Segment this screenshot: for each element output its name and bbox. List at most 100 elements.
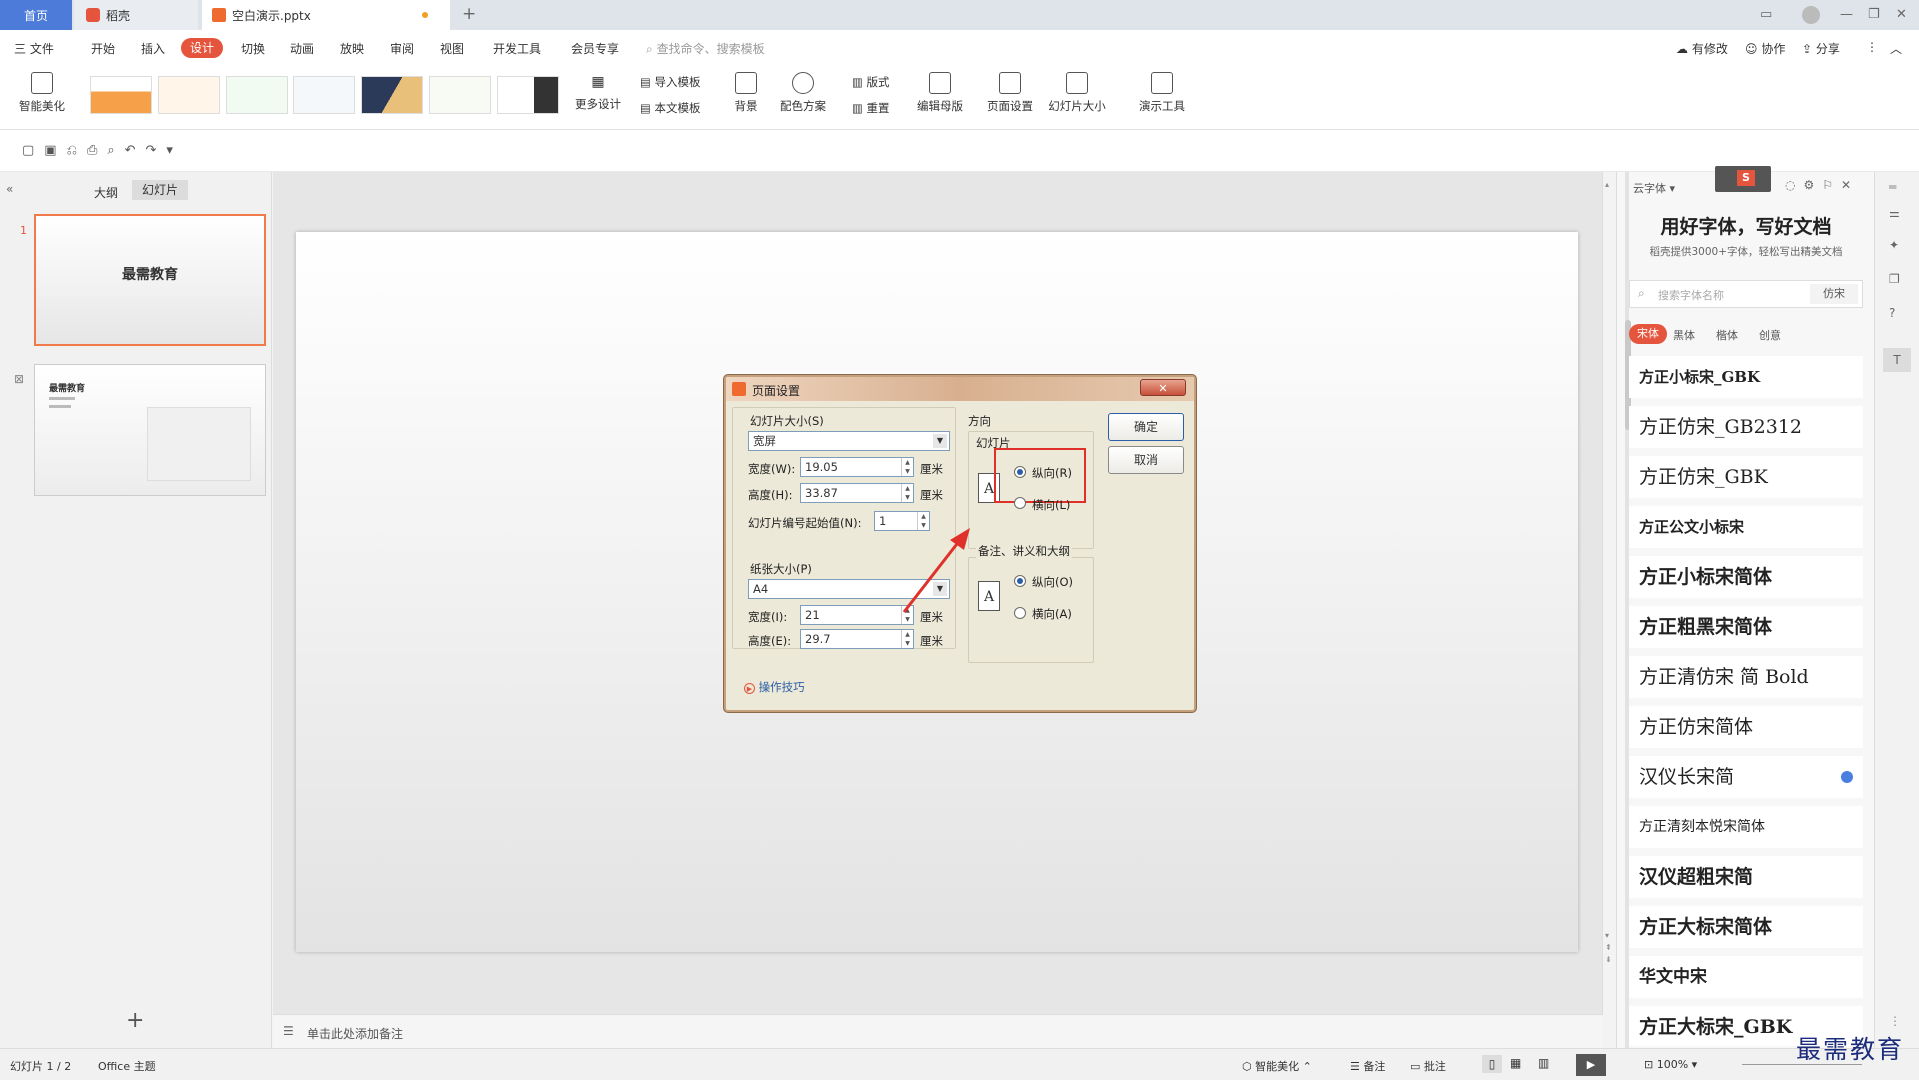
- sidebar-menu-icon[interactable]: ═: [1889, 180, 1896, 194]
- import-template-button[interactable]: ▤ 导入模板: [640, 74, 701, 90]
- font-item[interactable]: 方正大标宋简体: [1629, 906, 1863, 948]
- theme-name[interactable]: Office 主题: [98, 1058, 156, 1074]
- presenter-tools-button[interactable]: 演示工具: [1132, 72, 1192, 114]
- font-item[interactable]: 汉仪超粗宋简: [1629, 856, 1863, 898]
- width-input[interactable]: 19.05 ▲ ▼: [800, 457, 914, 477]
- tab-daoke[interactable]: 稻壳: [74, 0, 198, 30]
- layout-icon[interactable]: ▭: [1760, 7, 1772, 22]
- spinner-icon[interactable]: ▲ ▼: [901, 458, 913, 476]
- collaborate-button[interactable]: ☺ 协作: [1745, 40, 1785, 57]
- normal-view-icon[interactable]: ▯: [1482, 1055, 1502, 1073]
- color-scheme-button[interactable]: 配色方案: [772, 72, 834, 114]
- modified-button[interactable]: ☁ 有修改: [1676, 40, 1728, 57]
- font-item[interactable]: 方正清仿宋 简 Bold: [1629, 656, 1863, 698]
- scroll-down-icons[interactable]: ▾ ⇞ ⇟: [1605, 930, 1613, 990]
- menu-review[interactable]: 审阅: [390, 40, 414, 57]
- more-icon[interactable]: ⋮: [1866, 40, 1878, 54]
- menu-slideshow[interactable]: 放映: [340, 40, 364, 57]
- text-template-button[interactable]: ▤ 本文模板: [640, 100, 701, 116]
- spinner-icon[interactable]: ▲ ▼: [901, 630, 913, 648]
- notes-bar[interactable]: ☰ 单击此处添加备注: [273, 1014, 1603, 1048]
- ime-toolbar[interactable]: S: [1715, 166, 1771, 192]
- font-item[interactable]: 方正仿宋_GBK: [1629, 456, 1863, 498]
- font-search-input[interactable]: ⌕ 搜索字体名称 仿宋: [1629, 280, 1863, 308]
- tips-link[interactable]: ▶ 操作技巧: [744, 679, 805, 695]
- page-setup-button[interactable]: 页面设置: [982, 72, 1038, 114]
- tab-outline[interactable]: 大纲: [94, 184, 118, 201]
- tab-document[interactable]: 空白演示.pptx: [202, 0, 450, 30]
- dialog-title-bar[interactable]: 页面设置 ✕: [726, 377, 1194, 401]
- quick-access-icons[interactable]: ▢▣⎌⎙⌕↶↷▾: [22, 143, 183, 158]
- zoom-level[interactable]: ⊡ 100% ▾: [1644, 1058, 1697, 1071]
- template-thumb-6[interactable]: [429, 76, 491, 114]
- font-item[interactable]: 方正公文小标宋: [1629, 506, 1863, 548]
- dialog-close-button[interactable]: ✕: [1140, 379, 1186, 396]
- tab-slides[interactable]: 幻灯片: [132, 180, 188, 200]
- tab-home[interactable]: 首页: [0, 0, 72, 30]
- sidebar-font-icon[interactable]: T: [1883, 348, 1911, 372]
- more-design-button[interactable]: ▦ 更多设计: [570, 74, 626, 112]
- ok-button[interactable]: 确定: [1108, 413, 1184, 441]
- menu-insert[interactable]: 插入: [141, 40, 165, 57]
- template-thumb-2[interactable]: [158, 76, 220, 114]
- menu-developer[interactable]: 开发工具: [493, 40, 541, 57]
- notes-toggle[interactable]: ☰ 备注: [1350, 1058, 1385, 1074]
- font-item[interactable]: 方正小标宋_GBK: [1629, 356, 1863, 398]
- restore-icon[interactable]: ❐: [1868, 7, 1880, 22]
- notes-landscape-radio[interactable]: [1014, 607, 1026, 619]
- collapse-ribbon-icon[interactable]: ︿: [1890, 40, 1902, 57]
- template-thumb-1[interactable]: [90, 76, 152, 114]
- height-input[interactable]: 33.87 ▲ ▼: [800, 483, 914, 503]
- edit-master-button[interactable]: 编辑母版: [912, 72, 968, 114]
- font-search-tag[interactable]: 仿宋: [1810, 284, 1858, 304]
- background-button[interactable]: 背景: [728, 72, 764, 114]
- layout-button[interactable]: ▥ 版式: [852, 74, 890, 90]
- paper-height-input[interactable]: 29.7 ▲ ▼: [800, 629, 914, 649]
- template-thumb-5[interactable]: [361, 76, 423, 114]
- sidebar-more-icon[interactable]: ⋮: [1889, 1014, 1901, 1028]
- category-heiti[interactable]: 黑体: [1673, 327, 1695, 343]
- share-button[interactable]: ⇪ 分享: [1802, 40, 1840, 57]
- notes-portrait-radio[interactable]: [1014, 575, 1026, 587]
- landscape-label[interactable]: 横向(L): [1032, 497, 1070, 513]
- slide-thumbnail-1[interactable]: 最需教育: [34, 214, 266, 346]
- reading-view-icon[interactable]: ▥: [1538, 1056, 1549, 1070]
- category-creative[interactable]: 创意: [1759, 327, 1781, 343]
- sidebar-pin-icon[interactable]: ✦: [1889, 238, 1899, 252]
- font-item[interactable]: 华文中宋: [1629, 956, 1863, 998]
- font-item[interactable]: 方正小标宋简体: [1629, 556, 1863, 598]
- close-icon[interactable]: ✕: [1896, 7, 1907, 22]
- reset-button[interactable]: ▥ 重置: [852, 100, 890, 116]
- menu-transition[interactable]: 切换: [241, 40, 265, 57]
- add-slide-button[interactable]: +: [126, 1008, 144, 1033]
- command-search[interactable]: ⌕ 查找命令、搜索模板: [646, 40, 765, 57]
- paper-width-input[interactable]: 21 ▲ ▼: [800, 605, 914, 625]
- minimize-icon[interactable]: —: [1840, 7, 1853, 22]
- font-item[interactable]: 方正清刻本悦宋简体: [1629, 806, 1863, 848]
- template-thumb-7[interactable]: [497, 76, 559, 114]
- spinner-icon[interactable]: ▲ ▼: [901, 484, 913, 502]
- landscape-radio[interactable]: [1014, 497, 1026, 509]
- menu-view[interactable]: 视图: [440, 40, 464, 57]
- cloud-font-dropdown[interactable]: 云字体 ▾: [1633, 180, 1675, 196]
- sidebar-copy-icon[interactable]: ❐: [1889, 272, 1900, 286]
- sidebar-help-icon[interactable]: ?: [1889, 306, 1895, 320]
- menu-start[interactable]: 开始: [91, 40, 115, 57]
- new-tab-button[interactable]: +: [462, 4, 476, 24]
- template-thumb-4[interactable]: [293, 76, 355, 114]
- notes-portrait-label[interactable]: 纵向(O): [1032, 574, 1073, 590]
- category-songti[interactable]: 宋体: [1629, 324, 1667, 344]
- cancel-button[interactable]: 取消: [1108, 446, 1184, 474]
- collapse-pane-icon[interactable]: «: [6, 182, 13, 196]
- sidebar-settings-icon[interactable]: ⚌: [1889, 206, 1900, 220]
- category-kaiti[interactable]: 楷体: [1716, 327, 1738, 343]
- menu-animation[interactable]: 动画: [290, 40, 314, 57]
- smart-beautify-button[interactable]: 智能美化: [12, 72, 72, 114]
- scroll-up-icon[interactable]: ▴: [1605, 180, 1613, 200]
- font-item[interactable]: 方正仿宋简体: [1629, 706, 1863, 748]
- slide-size-button[interactable]: 幻灯片大小: [1042, 72, 1112, 114]
- comments-toggle[interactable]: ▭ 批注: [1410, 1058, 1446, 1074]
- font-item[interactable]: 方正粗黑宋简体: [1629, 606, 1863, 648]
- sorter-view-icon[interactable]: ▦: [1510, 1056, 1521, 1070]
- notes-landscape-label[interactable]: 横向(A): [1032, 606, 1072, 622]
